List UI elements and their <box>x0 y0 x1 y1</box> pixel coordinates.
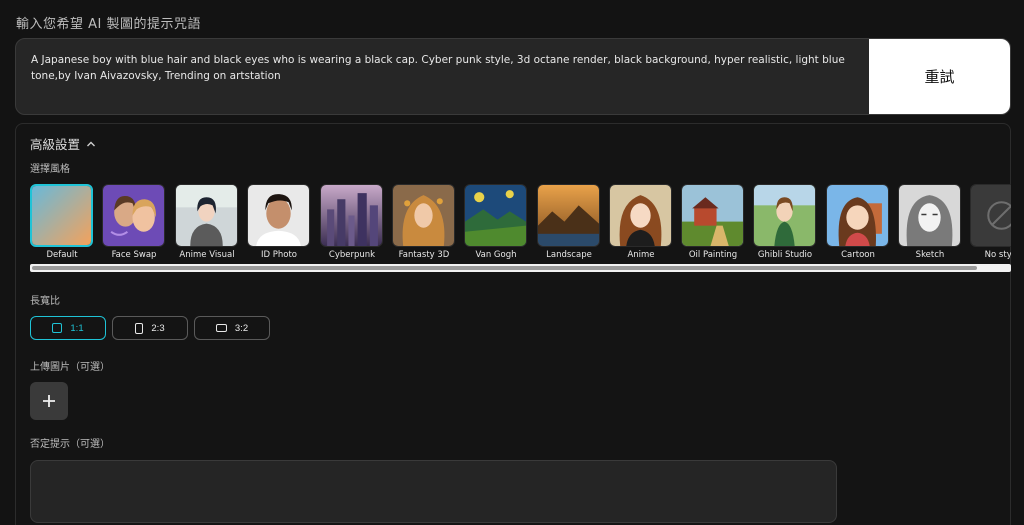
style-item-label: Default <box>46 250 78 260</box>
style-item-no-style[interactable]: No style <box>970 184 1011 260</box>
style-item-anime[interactable]: Anime <box>609 184 673 260</box>
style-item-label: ID Photo <box>260 250 297 260</box>
oil-painting-thumbnail <box>681 184 744 247</box>
style-item-cyberpunk[interactable]: Cyberpunk <box>320 184 384 260</box>
gradient-thumbnail <box>30 184 93 247</box>
id-photo-thumbnail <box>247 184 310 247</box>
advanced-settings-title: 高級設置 <box>30 137 81 152</box>
style-item-ghibli[interactable]: Ghibli Studio <box>753 184 817 260</box>
style-item-label: Ghibli Studio <box>757 250 813 260</box>
style-item-id-photo[interactable]: ID Photo <box>247 184 311 260</box>
prompt-box[interactable]: A Japanese boy with blue hair and black … <box>15 38 1011 115</box>
fantasy-3d-thumbnail <box>392 184 455 247</box>
style-item-anime-visual[interactable]: Anime Visual <box>175 184 239 260</box>
van-gogh-thumbnail <box>464 184 527 247</box>
sketch-thumbnail <box>898 184 961 247</box>
ratio-label: 3:2 <box>234 322 249 334</box>
style-item-default[interactable]: Default <box>30 184 94 260</box>
style-item-label: Anime <box>627 250 655 260</box>
prompt-title: 輸入您希望 AI 製圖的提示咒語 <box>16 17 201 32</box>
ratio-button-3-2[interactable]: 3:2 <box>194 316 270 340</box>
style-item-van-gogh[interactable]: Van Gogh <box>464 184 528 260</box>
cyberpunk-thumbnail <box>320 184 383 247</box>
landscape-thumbnail <box>537 184 600 247</box>
style-item-label: Anime Visual <box>179 250 235 260</box>
style-item-label: Fantasty 3D <box>398 250 450 260</box>
negative-prompt-input[interactable] <box>30 460 837 523</box>
style-item-label: Face Swap <box>111 250 157 260</box>
style-scrollbar[interactable] <box>30 264 1011 272</box>
style-item-label: Sketch <box>915 250 945 260</box>
advanced-settings-panel: 高級設置 選擇風格 Default Face Swap Anime Visual <box>15 123 1011 525</box>
landscape-icon <box>215 324 227 332</box>
style-item-cartoon[interactable]: Cartoon <box>826 184 890 260</box>
upload-label: 上傳圖片（可選） <box>30 362 110 373</box>
ghibli-thumbnail <box>753 184 816 247</box>
aspect-ratio-group: 1:1 2:3 3:2 <box>30 316 270 340</box>
ratio-button-2-3[interactable]: 2:3 <box>112 316 188 340</box>
aspect-ratio-label: 長寬比 <box>30 296 60 307</box>
style-item-label: Oil Painting <box>688 250 738 260</box>
upload-image-button[interactable] <box>30 382 68 420</box>
style-item-label: Landscape <box>546 250 592 260</box>
ratio-label: 1:1 <box>70 322 84 334</box>
square-icon <box>52 323 63 333</box>
cartoon-thumbnail <box>826 184 889 247</box>
anime-visual-thumbnail <box>175 184 238 247</box>
style-item-label: Cartoon <box>841 250 875 260</box>
plus-icon <box>43 395 55 407</box>
anime-thumbnail <box>609 184 672 247</box>
style-item-landscape[interactable]: Landscape <box>537 184 601 260</box>
no-style-thumbnail <box>970 184 1011 247</box>
style-item-fantasy-3d[interactable]: Fantasty 3D <box>392 184 456 260</box>
style-item-label: No style <box>984 250 1011 260</box>
style-item-sketch[interactable]: Sketch <box>898 184 962 260</box>
ratio-button-1-1[interactable]: 1:1 <box>30 316 106 340</box>
style-item-face-swap[interactable]: Face Swap <box>102 184 166 260</box>
style-label: 選擇風格 <box>30 164 70 175</box>
advanced-settings-toggle[interactable]: 高級設置 <box>30 134 96 153</box>
prompt-input[interactable]: A Japanese boy with blue hair and black … <box>31 52 861 84</box>
face-swap-thumbnail <box>102 184 165 247</box>
retry-button[interactable]: 重試 <box>869 39 1010 114</box>
style-item-oil-painting[interactable]: Oil Painting <box>681 184 745 260</box>
style-item-label: Van Gogh <box>475 250 517 260</box>
chevron-up-icon <box>87 141 96 146</box>
portrait-icon <box>135 322 144 334</box>
style-list: Default Face Swap Anime Visual ID Photo <box>30 184 1011 264</box>
scrollbar-thumb[interactable] <box>32 266 977 270</box>
negative-prompt-label: 否定提示（可選） <box>30 439 110 450</box>
style-item-label: Cyberpunk <box>328 250 376 260</box>
ratio-label: 2:3 <box>151 322 165 334</box>
